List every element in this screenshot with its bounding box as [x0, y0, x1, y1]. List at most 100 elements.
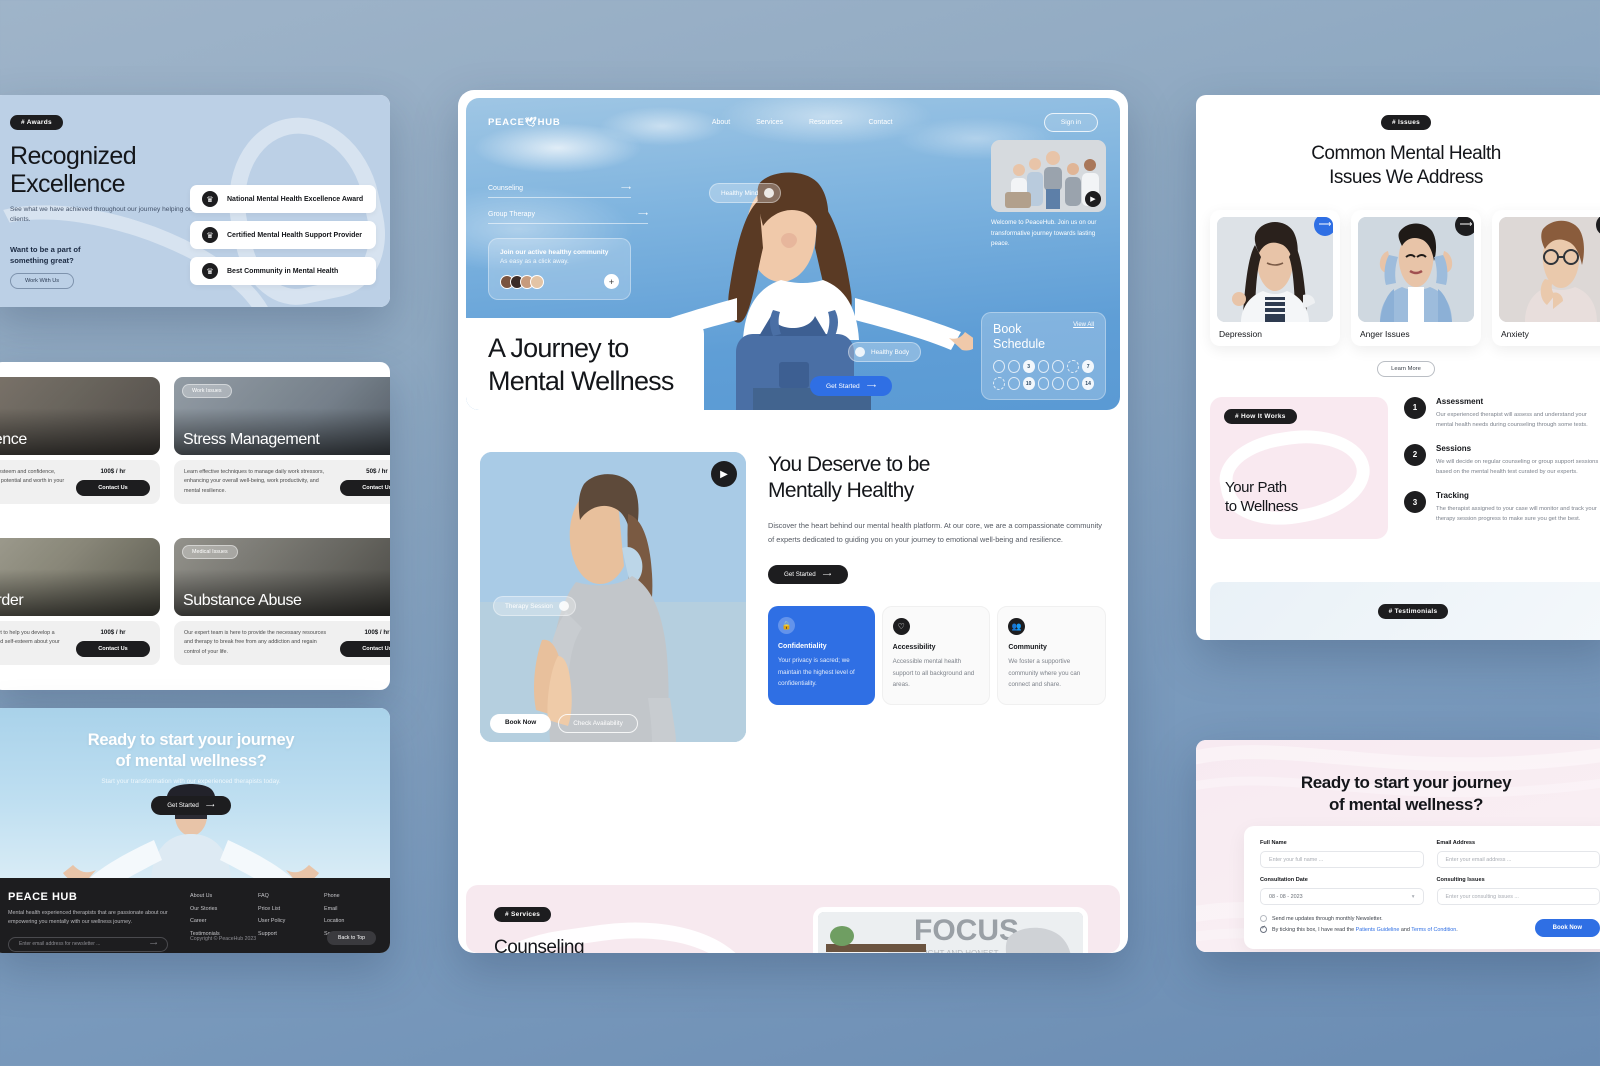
brand-logo[interactable]: PEACE🕊HUB [488, 117, 561, 128]
issue-card[interactable]: Personal Issues Self-Confidence Discover… [0, 377, 160, 504]
day-cell[interactable] [1052, 377, 1065, 390]
hero-title-line1: A Journey to [488, 333, 629, 364]
day-cell-selected[interactable]: 14 [1082, 377, 1095, 390]
brand-name-part2: HUB [537, 116, 561, 128]
footer-link[interactable]: Phone [324, 893, 355, 899]
issue-card[interactable]: Medical Issues Substance Abuse Our exper… [174, 538, 390, 665]
award-item[interactable]: ♛ Best Community in Mental Health [190, 257, 376, 285]
welcome-video-card[interactable]: ▶ Welcome to PeaceHub. Join us on our tr… [991, 140, 1106, 250]
hero-service-counseling[interactable]: Counseling ⟶ [488, 184, 631, 198]
footer-link[interactable]: Career [190, 918, 220, 924]
terms-of-condition-link[interactable]: Terms of Condition [1411, 927, 1456, 933]
issue-label: Anxiety [1501, 328, 1529, 339]
issue-card-photo: Medical Issues Eating Disorder [0, 538, 160, 616]
award-item[interactable]: ♛ National Mental Health Excellence Awar… [190, 185, 376, 213]
footer-link[interactable]: Location [324, 918, 355, 924]
full-name-input[interactable]: Enter your full name ... [1260, 851, 1424, 868]
issue-card-title: Self-Confidence [0, 431, 27, 448]
issue-card-body: Discover tools to boost your self-esteem… [0, 460, 160, 504]
therapy-session-chip[interactable]: Therapy Session [493, 596, 576, 616]
footer-link[interactable]: About Us [190, 893, 220, 899]
get-started-button[interactable]: Get Started ⟶ [151, 796, 231, 816]
footer-link[interactable]: User Policy [258, 918, 285, 924]
join-community-card[interactable]: Join our active healthy community As eas… [488, 238, 631, 300]
email-input[interactable]: Enter your email address ... [1436, 851, 1600, 868]
contact-us-button[interactable]: Contact Us [340, 480, 390, 496]
hero-get-started-button[interactable]: Get Started ⟶ [810, 376, 893, 396]
day-cell[interactable] [1037, 360, 1050, 373]
issue-overview-card[interactable]: ⟶ Anger Issues [1351, 209, 1481, 346]
feature-card-confidentiality[interactable]: 🔒 Confidentiality Your privacy is sacred… [768, 606, 875, 705]
footer-link[interactable]: Support [258, 931, 285, 937]
issue-overview-card[interactable]: ⟶ Anxiety [1492, 209, 1600, 346]
footer-link[interactable]: FAQ [258, 893, 285, 899]
patients-guideline-link[interactable]: Patients Guideline [1356, 927, 1400, 933]
add-member-button[interactable]: + [604, 274, 619, 289]
awards-title-line2: Excellence [10, 170, 126, 198]
day-cell[interactable] [993, 377, 1005, 390]
deserve-description: Discover the heart behind our mental hea… [768, 520, 1102, 544]
book-now-button[interactable]: Book Now [1534, 919, 1600, 937]
newsletter-checkbox-row[interactable]: Send me updates through monthly Newslett… [1260, 915, 1535, 922]
depression-person-illustration [1217, 216, 1333, 322]
day-cell-selected[interactable]: 10 [1022, 377, 1035, 390]
deserve-get-started-label: Get Started [784, 571, 816, 579]
day-cell[interactable] [1067, 377, 1080, 390]
day-cell[interactable] [1007, 360, 1020, 373]
decorative-swoosh [1213, 418, 1377, 535]
nav-link-about[interactable]: About [712, 119, 730, 126]
issues-title-line2: Issues We Address [1329, 166, 1483, 188]
award-item[interactable]: ♛ Certified Mental Health Support Provid… [190, 221, 376, 249]
book-now-button[interactable]: Book Now [490, 714, 552, 733]
healthy-mind-chip[interactable]: Healthy Mind [709, 183, 782, 203]
day-cell[interactable] [993, 360, 1005, 373]
day-cell[interactable] [1037, 377, 1050, 390]
issue-overview-card[interactable]: ⟶ Depression [1210, 209, 1340, 346]
day-cell[interactable] [1007, 377, 1020, 390]
back-to-top-button[interactable]: Back to Top [326, 931, 376, 945]
consultation-date-select[interactable]: 08 - 08 - 2023 ▾ [1260, 888, 1424, 905]
book-schedule-card[interactable]: Book Schedule View All 3 7 10 14 [981, 312, 1106, 400]
email-label: Email Address [1436, 840, 1476, 846]
sign-in-button[interactable]: Sign in [1043, 112, 1098, 132]
arrow-right-icon[interactable]: ⟶ [1455, 216, 1474, 236]
feature-desc: Your privacy is sacred; we maintain the … [778, 657, 855, 688]
day-cell-selected[interactable]: 3 [1022, 360, 1035, 373]
hero-service-group-therapy[interactable]: Group Therapy ⟶ [488, 210, 648, 224]
deserve-get-started-button[interactable]: Get Started ⟶ [768, 565, 848, 585]
play-icon[interactable]: ▶ [1085, 191, 1101, 207]
nav-link-services[interactable]: Services [756, 119, 783, 126]
award-item-label: Certified Mental Health Support Provider [227, 231, 362, 239]
day-cell[interactable] [1067, 360, 1080, 373]
play-icon[interactable]: ▶ [711, 461, 737, 487]
learn-more-button[interactable]: Learn More [1377, 360, 1435, 377]
issue-card[interactable]: Work Issues Stress Management Learn effe… [174, 377, 390, 504]
contact-us-button[interactable]: Contact Us [76, 641, 150, 657]
checkbox-unchecked-icon[interactable] [1260, 915, 1267, 922]
check-availability-button[interactable]: Check Availability [558, 714, 638, 733]
nav-link-contact[interactable]: Contact [868, 119, 892, 126]
email-placeholder: Enter your email address ... [1445, 856, 1512, 863]
book-schedule-title-l2: Schedule [993, 336, 1046, 351]
terms-checkbox-row[interactable]: By ticking this box, I have read the Pat… [1260, 925, 1535, 933]
view-all-link[interactable]: View All [1073, 322, 1094, 328]
footer-link[interactable]: Email [324, 906, 355, 912]
consulting-issues-input[interactable]: Enter your consulting issues ... [1436, 888, 1600, 905]
arrow-right-icon[interactable]: ⟶ [1314, 216, 1333, 236]
checkbox-checked-icon[interactable] [1260, 925, 1267, 933]
issue-card-price: 100$ / hr [100, 629, 126, 636]
nav-link-resources[interactable]: Resources [809, 119, 842, 126]
feature-card-accessibility[interactable]: ♡ Accessibility Accessible mental health… [881, 606, 991, 705]
day-cell-selected[interactable]: 7 [1082, 360, 1095, 373]
issue-card[interactable]: Medical Issues Eating Disorder We offer … [0, 538, 160, 665]
contact-us-button[interactable]: Contact Us [76, 480, 150, 496]
footer-link[interactable]: Our Stories [190, 906, 220, 912]
contact-us-button[interactable]: Contact Us [340, 641, 390, 657]
consultation-date-value: 08 - 08 - 2023 [1269, 893, 1303, 900]
day-cell[interactable] [1052, 360, 1065, 373]
feature-card-community[interactable]: 👥 Community We foster a supportive commu… [997, 606, 1107, 705]
newsletter-input[interactable]: Enter email address for newsletter ... ⟶ [8, 936, 168, 952]
footer-link[interactable]: Price List [258, 906, 285, 912]
work-with-us-button[interactable]: Work With Us [10, 273, 75, 289]
healthy-body-chip[interactable]: Healthy Body [848, 342, 922, 362]
